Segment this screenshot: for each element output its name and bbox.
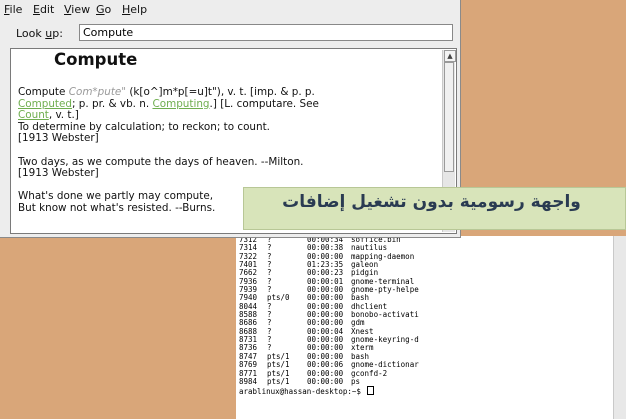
source-citation-2: [1913 Webster]	[18, 167, 99, 180]
process-tty: ?	[267, 310, 272, 320]
process-tty: pts/0	[267, 293, 290, 303]
caption-banner: واجهة رسومية بدون تشغيل إضافات	[243, 187, 626, 230]
menu-view-label: iew	[71, 3, 91, 16]
menu-bar: File Edit View Go Help	[0, 0, 460, 20]
text-cursor	[367, 386, 375, 396]
menu-help-label: elp	[130, 3, 148, 16]
process-tty: ?	[267, 251, 272, 261]
shell-prompt: arablinux@hassan-desktop:~$	[239, 387, 361, 397]
etymology-line-2: Computed; p. pr. & vb. n. Computing.] [L…	[18, 97, 438, 111]
process-command: ps	[351, 376, 361, 386]
process-tty: ?	[267, 268, 272, 278]
scroll-up-arrow-icon[interactable]: ▲	[444, 50, 456, 62]
menu-view[interactable]: View	[64, 3, 90, 16]
lookup-label: Look up:	[16, 27, 63, 40]
process-list: 7312? 00:00:34 soffice.bin 7314? 00:00:38 nau…	[239, 236, 419, 397]
process-tty: ?	[267, 326, 272, 336]
process-tty: ?	[267, 260, 272, 270]
lookup-label-post: p:	[52, 27, 63, 40]
menu-edit[interactable]: Edit	[33, 3, 54, 16]
link-computing[interactable]: Computing	[152, 98, 209, 110]
lookup-input[interactable]	[79, 24, 453, 41]
process-tty: pts/1	[267, 376, 290, 386]
process-pid: 8984	[239, 376, 258, 386]
process-tty: ?	[267, 301, 272, 311]
process-tty: ?	[267, 243, 272, 253]
menu-edit-label: dit	[39, 3, 55, 16]
pronunciation: Com*pute"	[68, 86, 127, 98]
terminal-window[interactable]: 7312? 00:00:34 soffice.bin 7314? 00:00:38 nau…	[236, 236, 626, 419]
scrollbar-thumb[interactable]	[444, 62, 454, 172]
menu-file-label: ile	[9, 3, 23, 16]
source-citation-1: [1913 Webster]	[18, 132, 99, 145]
process-tty: ?	[267, 335, 272, 345]
menu-help[interactable]: Help	[122, 3, 147, 16]
etymology-text-2: ; p. pr. & vb. n.	[71, 97, 153, 110]
caption-text: واجهة رسومية بدون تشغيل إضافات	[282, 192, 581, 212]
shell-prompt-line[interactable]: arablinux@hassan-desktop:~$	[239, 386, 419, 397]
process-tty: ?	[267, 276, 272, 286]
menu-file[interactable]: File	[4, 3, 22, 16]
entry-word: Compute	[18, 86, 66, 98]
etymology-text-4: , v. t.]	[48, 109, 79, 122]
process-time: 00:00:00	[307, 376, 344, 386]
headword: Compute	[54, 50, 138, 69]
link-count[interactable]: Count	[18, 109, 49, 121]
terminal-scrollbar[interactable]	[613, 236, 626, 419]
menu-edit-accel: E	[33, 3, 40, 16]
lookup-label-pre: Look	[16, 27, 46, 40]
link-computed[interactable]: Computed	[18, 98, 72, 110]
menu-go[interactable]: Go	[96, 3, 111, 16]
process-row: 8984 pts/1 00:00:00 ps	[239, 376, 419, 386]
etymology-text-3: .] [L. computare. See	[209, 97, 319, 110]
menu-go-accel: G	[96, 3, 105, 16]
etymology-text-1: (k[o^]m*p[=u]t"), v. t. [imp. & p. p.	[126, 86, 315, 98]
menu-go-label: o	[104, 3, 112, 16]
process-tty: ?	[267, 318, 272, 328]
